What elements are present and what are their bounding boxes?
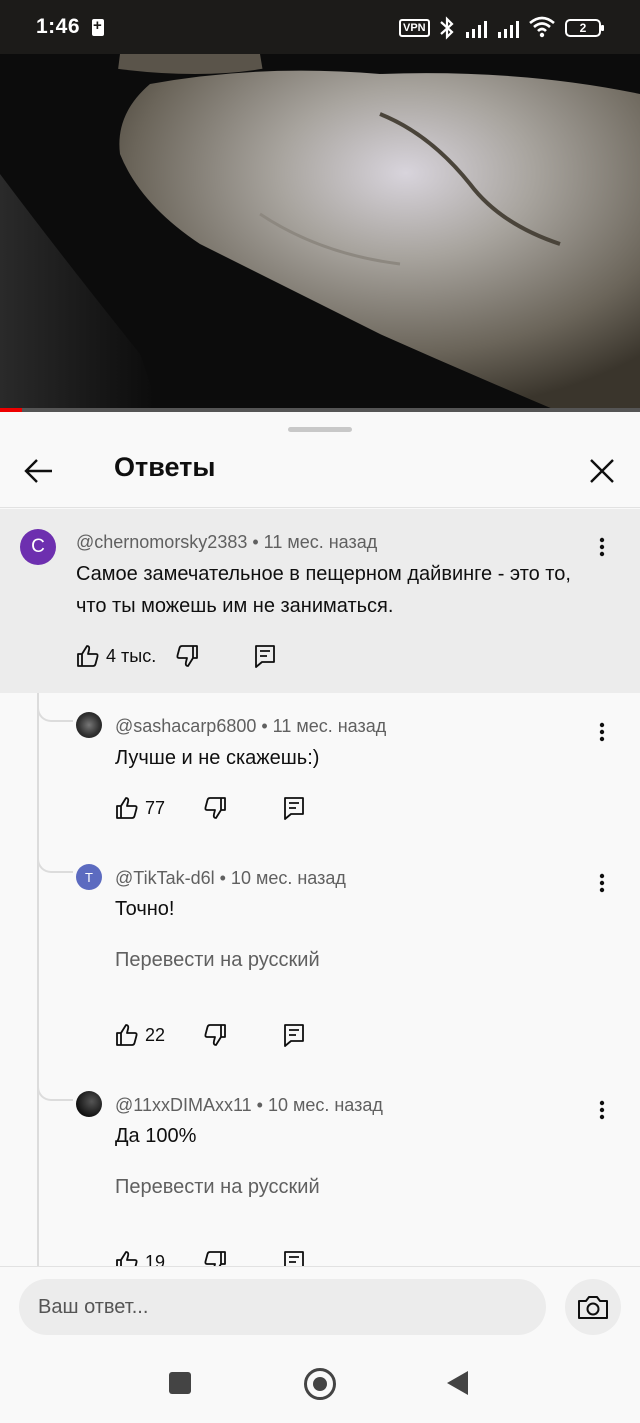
like-count: 77 bbox=[145, 797, 166, 818]
more-options-button[interactable] bbox=[588, 1094, 616, 1126]
avatar[interactable]: C bbox=[20, 529, 56, 565]
video-player[interactable] bbox=[0, 54, 640, 412]
comment-meta[interactable]: @TikTak-d6l • 10 мес. назад bbox=[115, 868, 346, 889]
translate-link[interactable]: Перевести на русский bbox=[115, 1176, 320, 1199]
more-options-button[interactable] bbox=[588, 716, 616, 748]
comment-meta[interactable]: @chernomorsky2383 • 11 мес. назад bbox=[76, 532, 377, 553]
thumb-up-icon bbox=[116, 1024, 138, 1046]
comment-meta[interactable]: @11xxDIMAxx11 • 10 мес. назад bbox=[115, 1095, 383, 1116]
more-vertical-icon bbox=[599, 722, 605, 742]
more-options-button[interactable] bbox=[588, 867, 616, 899]
comment-icon bbox=[255, 645, 275, 668]
recent-apps-icon[interactable] bbox=[169, 1372, 191, 1394]
video-progress-bar[interactable] bbox=[0, 408, 640, 412]
system-nav-bar bbox=[0, 1342, 640, 1423]
comment-meta[interactable]: @sashacarp6800 • 11 мес. назад bbox=[115, 716, 386, 737]
vpn-badge: VPN bbox=[399, 19, 430, 37]
thread-connector bbox=[37, 855, 73, 873]
drag-handle[interactable] bbox=[288, 427, 352, 432]
replies-sheet: Ответы C @chernomorsky2383 • 11 мес. наз… bbox=[0, 414, 640, 1423]
dislike-button[interactable] bbox=[203, 1019, 227, 1051]
sheet-title: Ответы bbox=[114, 452, 216, 482]
like-count: 4 тыс. bbox=[106, 645, 157, 666]
close-button[interactable] bbox=[580, 450, 624, 492]
avatar[interactable] bbox=[76, 712, 102, 738]
close-icon bbox=[590, 459, 614, 483]
thumb-down-icon bbox=[204, 797, 226, 819]
reply-input[interactable] bbox=[19, 1279, 546, 1335]
dislike-button[interactable] bbox=[175, 640, 199, 672]
thread-connector bbox=[37, 1083, 73, 1101]
like-count: 22 bbox=[145, 1024, 166, 1045]
comment-text: Лучше и не скажешь:) bbox=[115, 747, 320, 769]
thread-connector bbox=[37, 704, 73, 722]
like-button[interactable]: 22 bbox=[115, 1019, 165, 1051]
translate-link[interactable]: Перевести на русский bbox=[115, 949, 320, 972]
reply-button[interactable] bbox=[283, 792, 305, 824]
status-bar: 1:46 VPN 2 bbox=[0, 0, 640, 54]
home-icon[interactable] bbox=[304, 1368, 336, 1400]
avatar[interactable] bbox=[76, 1091, 102, 1117]
avatar[interactable]: T bbox=[76, 864, 102, 890]
parent-comment: C @chernomorsky2383 • 11 мес. назад Само… bbox=[0, 509, 640, 693]
comment-text: Самое замечательное в пещерном дайвинге … bbox=[76, 563, 571, 617]
comment-text: Точно! bbox=[115, 898, 175, 920]
camera-button[interactable] bbox=[565, 1279, 621, 1335]
thumb-up-icon bbox=[77, 645, 99, 667]
comment-icon bbox=[284, 797, 304, 820]
more-vertical-icon bbox=[599, 873, 605, 893]
thumb-up-icon bbox=[116, 797, 138, 819]
comment-text: Да 100% bbox=[115, 1125, 197, 1147]
battery-saver-icon bbox=[92, 17, 104, 36]
status-time: 1:46 bbox=[36, 15, 81, 38]
wifi-icon bbox=[529, 16, 555, 38]
like-button[interactable]: 77 bbox=[115, 792, 165, 824]
video-progress-fill bbox=[0, 408, 23, 412]
sheet-header: Ответы bbox=[0, 436, 640, 508]
battery-icon: 2 bbox=[565, 19, 604, 37]
video-frame bbox=[0, 54, 640, 412]
camera-icon bbox=[578, 1296, 608, 1319]
more-vertical-icon bbox=[599, 537, 605, 557]
dislike-button[interactable] bbox=[203, 792, 227, 824]
reply-button[interactable] bbox=[254, 640, 276, 672]
comment-icon bbox=[284, 1024, 304, 1047]
bluetooth-icon bbox=[440, 16, 454, 40]
signal-2-icon bbox=[498, 21, 519, 38]
thumb-down-icon bbox=[176, 645, 198, 667]
arrow-left-icon bbox=[24, 459, 52, 483]
signal-1-icon bbox=[466, 21, 487, 38]
reply-button[interactable] bbox=[283, 1019, 305, 1051]
like-button[interactable]: 4 тыс. bbox=[76, 640, 156, 672]
back-triangle-icon[interactable] bbox=[447, 1371, 468, 1395]
more-vertical-icon bbox=[599, 1100, 605, 1120]
thumb-down-icon bbox=[204, 1024, 226, 1046]
thread-line bbox=[37, 693, 39, 1273]
back-button[interactable] bbox=[18, 450, 60, 492]
